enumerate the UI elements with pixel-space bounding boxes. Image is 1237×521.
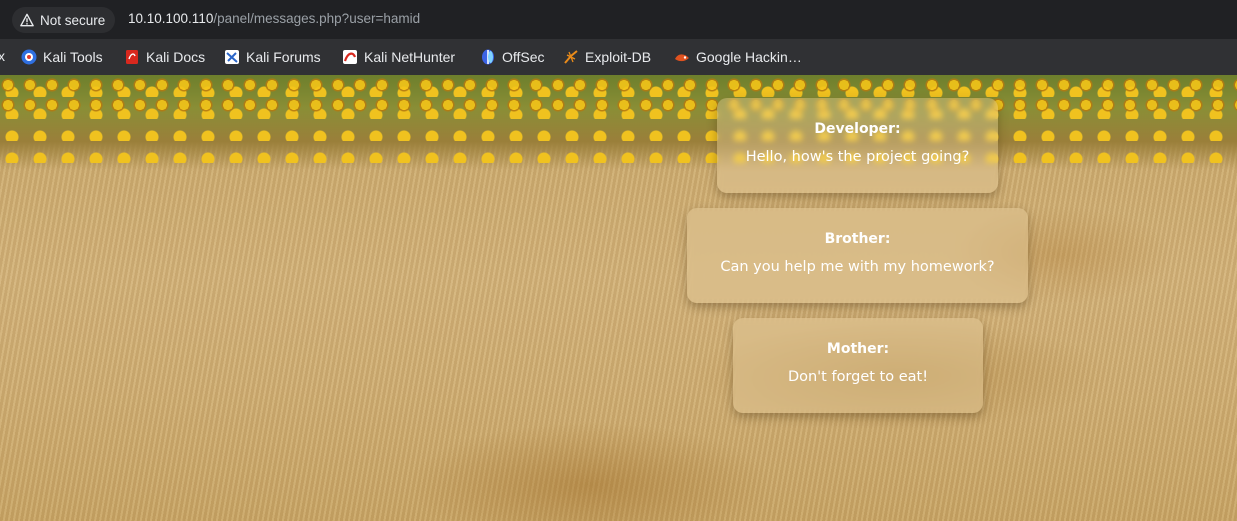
bookmark-kali-forums[interactable]: Kali Forums: [224, 39, 321, 75]
bookmark-google-hacking[interactable]: Google Hackin…: [674, 39, 802, 75]
bookmark-label: Exploit-DB: [585, 49, 652, 65]
bookmark-label: OffSec: [502, 49, 545, 65]
message-card-mother: Mother: Don't forget to eat!: [733, 318, 983, 413]
bookmark-exploit-db[interactable]: Exploit-DB: [563, 39, 651, 75]
security-indicator[interactable]: Not secure: [12, 7, 116, 33]
message-card-brother: Brother: Can you help me with my homewor…: [687, 208, 1028, 303]
bookmark-label: Kali NetHunter: [364, 49, 456, 65]
bookmark-offsec[interactable]: OffSec: [480, 39, 545, 75]
offsec-icon: [482, 49, 494, 65]
background-sunflower-field: [0, 75, 1237, 170]
bookmark-kali-tools[interactable]: Kali Tools: [21, 39, 103, 75]
bookmark-label: Kali Tools: [43, 49, 103, 65]
kali-nethunter-icon: [343, 50, 357, 64]
message-card-developer: Developer: Hello, how's the project goin…: [717, 98, 998, 193]
message-text: Don't forget to eat!: [787, 369, 929, 385]
bookmarks-bar: x Kali Tools Kali Docs Kali Forums Kali …: [0, 39, 1237, 75]
message-sender: Developer:: [814, 121, 901, 137]
kali-forums-icon: [225, 50, 239, 64]
bookmark-label: Kali Docs: [146, 49, 206, 65]
message-sender: Brother:: [824, 231, 891, 247]
message-text: Can you help me with my homework?: [720, 259, 995, 275]
url-host: 10.10.100.110: [128, 11, 214, 26]
bookmark-label: Google Hackin…: [696, 49, 802, 65]
bookmark-kali-nethunter[interactable]: Kali NetHunter: [342, 39, 455, 75]
messages-page: Developer: Hello, how's the project goin…: [0, 75, 1237, 521]
message-text: Hello, how's the project going?: [745, 149, 970, 165]
kali-docs-icon: [126, 50, 138, 64]
bookmark-label: Kali Forums: [246, 49, 321, 65]
url-text[interactable]: 10.10.100.110/panel/messages.php?user=ha…: [128, 11, 420, 26]
bookmark-overflow-fragment: x: [0, 48, 5, 64]
warning-icon: [20, 13, 34, 27]
message-sender: Mother:: [826, 341, 890, 357]
google-hacking-icon: [675, 54, 689, 62]
address-bar[interactable]: Not secure 10.10.100.110/panel/messages.…: [0, 0, 1237, 39]
bookmark-kali-docs[interactable]: Kali Docs: [124, 39, 205, 75]
url-path: /panel/messages.php?user=hamid: [213, 11, 421, 26]
exploit-db-icon: [564, 50, 578, 64]
security-label: Not secure: [40, 12, 106, 28]
kali-tools-icon: [21, 49, 37, 65]
